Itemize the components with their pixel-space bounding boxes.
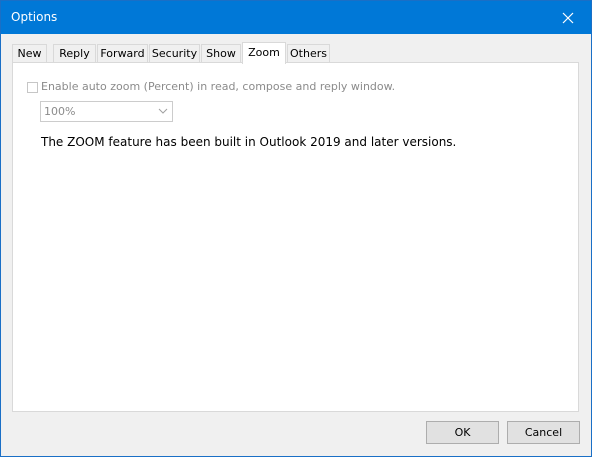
- close-button[interactable]: [545, 1, 591, 34]
- tab-zoom[interactable]: Zoom: [242, 42, 286, 64]
- zoom-percent-value: 100%: [44, 105, 76, 118]
- auto-zoom-checkbox[interactable]: [27, 81, 38, 93]
- tab-others[interactable]: Others: [287, 44, 330, 62]
- tab-forward[interactable]: Forward: [97, 44, 148, 62]
- tab-show[interactable]: Show: [201, 44, 241, 62]
- tab-new[interactable]: New: [12, 44, 47, 62]
- tab-reply[interactable]: Reply: [53, 44, 96, 62]
- zoom-tab-panel: Enable auto zoom (Percent) in read, comp…: [12, 62, 579, 412]
- auto-zoom-label: Enable auto zoom (Percent) in read, comp…: [41, 80, 396, 93]
- ok-button[interactable]: OK: [426, 421, 499, 444]
- options-dialog: Options New Reply Forward Security Show …: [0, 0, 592, 457]
- window-title: Options: [11, 10, 58, 24]
- close-icon: [562, 12, 574, 23]
- auto-zoom-option: Enable auto zoom (Percent) in read, comp…: [27, 80, 395, 94]
- title-bar: Options: [1, 1, 591, 34]
- chevron-down-icon: [158, 108, 168, 114]
- cancel-button[interactable]: Cancel: [507, 421, 580, 444]
- zoom-percent-select[interactable]: 100%: [40, 101, 173, 122]
- tab-security[interactable]: Security: [149, 44, 200, 62]
- zoom-info-text: The ZOOM feature has been built in Outlo…: [41, 135, 457, 149]
